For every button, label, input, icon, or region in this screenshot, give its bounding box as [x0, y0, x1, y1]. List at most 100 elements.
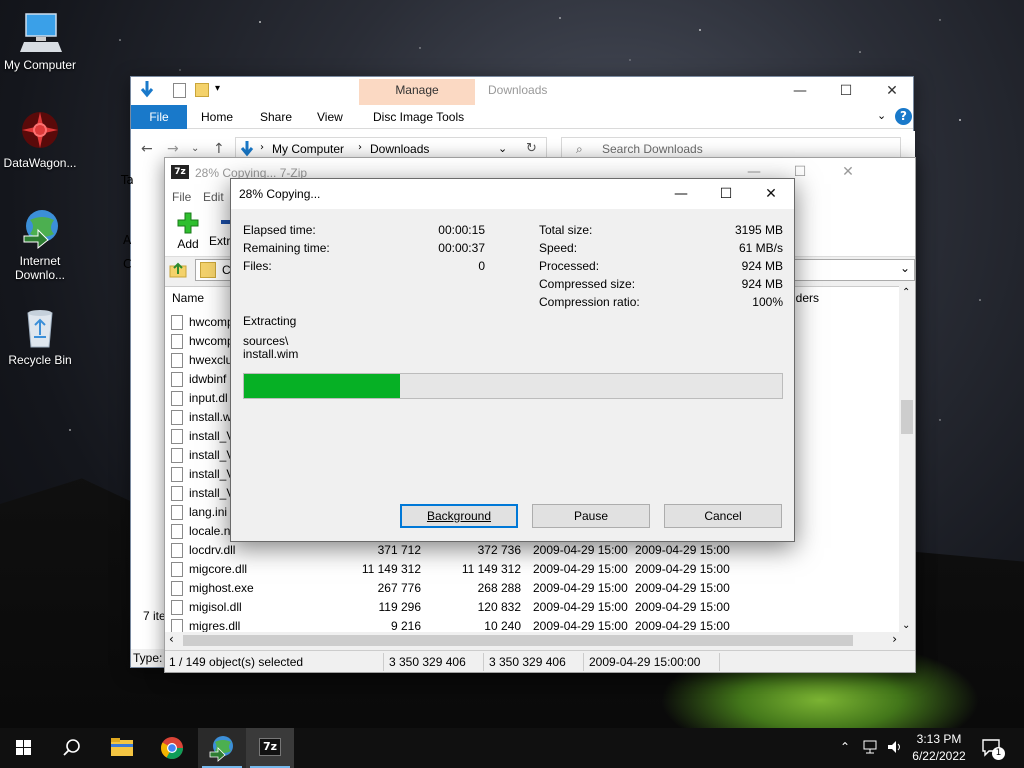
tab-home[interactable]: Home: [201, 105, 233, 129]
add-button[interactable]: Add: [171, 212, 205, 251]
desktop-icon-label: Recycle Bin: [8, 353, 72, 367]
file-name: install_V: [189, 467, 235, 481]
file-row[interactable]: migres.dll 9 216 10 240 2009-04-29 15:00 200…: [165, 617, 901, 632]
file-name: install_V: [189, 486, 235, 500]
folder-icon: [200, 262, 216, 278]
file-name: install_V: [189, 448, 235, 462]
file-packed: 120 832: [477, 600, 521, 614]
path-dropdown-icon[interactable]: ⌄: [900, 261, 910, 275]
file-row[interactable]: mighost.exe 267 776 268 288 2009-04-29 15:0…: [165, 579, 901, 598]
file-size: 9 216: [390, 619, 421, 632]
back-icon[interactable]: ←: [141, 141, 153, 157]
scroll-thumb[interactable]: [183, 635, 853, 646]
explorer-titlebar[interactable]: ▾ Manage Downloads — ☐ ✕: [131, 77, 915, 129]
dialog-titlebar[interactable]: 28% Copying... — ☐ ✕: [231, 179, 794, 209]
taskbar-7zip[interactable]: 7z: [246, 728, 294, 768]
file-row[interactable]: migcore.dll 11 149 312 11 149 312 2009-04-2…: [165, 560, 901, 579]
column-header-name[interactable]: Name: [172, 291, 204, 305]
folder-up-icon[interactable]: [169, 261, 187, 279]
address-dropdown-icon[interactable]: ⌄: [498, 142, 507, 155]
close-button[interactable]: ✕: [748, 179, 794, 209]
tray-overflow-icon[interactable]: ⌃: [840, 740, 850, 754]
desktop-icon-my-computer[interactable]: My Computer: [0, 10, 80, 72]
pause-button[interactable]: Pause: [532, 504, 650, 528]
current-file: install.wim: [243, 347, 299, 361]
navigation-pane[interactable]: Ta A C: [121, 167, 167, 651]
search-button[interactable]: [48, 728, 96, 768]
horizontal-scrollbar[interactable]: ‹ ›: [165, 632, 901, 649]
explorer-ribbon-tabs: File Home Share View Disc Image Tools ⌄ …: [131, 105, 913, 129]
taskbar: 7z ⌃ 3:13 PM 6/22/2022 1: [0, 728, 1024, 768]
desktop-icon-recycle-bin[interactable]: Recycle Bin: [0, 305, 80, 367]
scroll-thumb[interactable]: [901, 400, 913, 434]
action-center-button[interactable]: 1: [980, 736, 1005, 760]
scroll-up-icon[interactable]: ⌃: [902, 287, 910, 298]
current-path: sources\: [243, 334, 289, 348]
recent-dropdown-icon[interactable]: ⌄: [191, 143, 199, 154]
volume-icon[interactable]: [886, 738, 904, 759]
tab-file[interactable]: File: [131, 105, 187, 129]
copy-progress-dialog[interactable]: 28% Copying... — ☐ ✕ Elapsed time: 00:00…: [230, 178, 795, 542]
status-divider: [583, 653, 584, 671]
status-divider: [483, 653, 484, 671]
file-name: migisol.dll: [189, 600, 242, 614]
scroll-right-icon[interactable]: ›: [892, 632, 897, 646]
breadcrumb-downloads[interactable]: Downloads: [370, 142, 429, 156]
processed-value: 924 MB: [741, 259, 783, 273]
file-name: migres.dll: [189, 619, 241, 632]
scroll-down-icon[interactable]: ⌄: [902, 620, 910, 631]
tab-share[interactable]: Share: [260, 105, 292, 129]
network-icon[interactable]: [862, 738, 880, 759]
search-placeholder: Search Downloads: [602, 142, 703, 156]
up-icon[interactable]: ↑: [213, 141, 225, 157]
quick-access-dropdown-icon[interactable]: ▾: [215, 83, 220, 94]
close-button[interactable]: ✕: [869, 77, 915, 105]
maximize-button[interactable]: ☐: [703, 179, 749, 209]
compressed-size-label: Compressed size:: [539, 277, 636, 291]
file-name: hwcomp: [189, 315, 234, 329]
desktop-icon-internet-download-manager[interactable]: Internet Downlo...: [0, 206, 80, 282]
scroll-left-icon[interactable]: ‹: [169, 632, 174, 646]
clock-date[interactable]: 6/22/2022: [908, 749, 970, 763]
file-row[interactable]: locdrv.dll 371 712 372 736 2009-04-29 15:00…: [165, 541, 901, 560]
nav-fragment: Ta: [121, 173, 134, 187]
close-button[interactable]: ✕: [825, 158, 871, 186]
minimize-button[interactable]: —: [777, 77, 823, 105]
breadcrumb-my-computer[interactable]: My Computer: [272, 142, 344, 156]
desktop-icon-datawagon[interactable]: DataWagon...: [0, 108, 80, 170]
file-packed: 11 149 312: [461, 562, 521, 576]
menu-file[interactable]: File: [172, 190, 191, 204]
tab-disc-image-tools[interactable]: Disc Image Tools: [373, 105, 464, 129]
file-row[interactable]: migisol.dll 119 296 120 832 2009-04-29 15:0…: [165, 598, 901, 617]
expand-ribbon-icon[interactable]: ⌄: [877, 109, 886, 122]
file-size: 371 712: [377, 543, 421, 557]
forward-icon[interactable]: →: [167, 141, 179, 157]
maximize-button[interactable]: ☐: [823, 77, 869, 105]
files-value: 0: [478, 259, 485, 273]
file-icon: [171, 429, 183, 444]
vertical-scrollbar[interactable]: ⌃ ⌄: [899, 286, 915, 632]
clock-time[interactable]: 3:13 PM: [908, 732, 970, 746]
start-button[interactable]: [0, 728, 48, 768]
cancel-button-label: Cancel: [704, 509, 742, 523]
file-icon: [171, 543, 183, 558]
taskbar-file-explorer[interactable]: [98, 728, 146, 768]
file-packed: 372 736: [477, 543, 521, 557]
column-header-folders[interactable]: lders: [793, 291, 819, 305]
refresh-icon[interactable]: ↻: [526, 141, 537, 156]
background-button[interactable]: Background: [400, 504, 518, 528]
new-folder-icon[interactable]: [195, 83, 209, 97]
file-name: hwcomp: [189, 334, 234, 348]
file-modified: 2009-04-29 15:00: [533, 581, 628, 595]
file-modified: 2009-04-29 15:00: [533, 600, 628, 614]
properties-icon[interactable]: [173, 83, 186, 98]
file-icon: [171, 353, 183, 368]
minimize-button[interactable]: —: [658, 179, 704, 209]
tab-view[interactable]: View: [317, 105, 343, 129]
search-icon: [63, 739, 80, 756]
taskbar-chrome[interactable]: [148, 728, 196, 768]
cancel-button[interactable]: Cancel: [664, 504, 782, 528]
taskbar-internet-download-manager[interactable]: [198, 728, 246, 768]
help-icon[interactable]: ?: [895, 108, 912, 125]
menu-edit[interactable]: Edit: [203, 190, 224, 204]
